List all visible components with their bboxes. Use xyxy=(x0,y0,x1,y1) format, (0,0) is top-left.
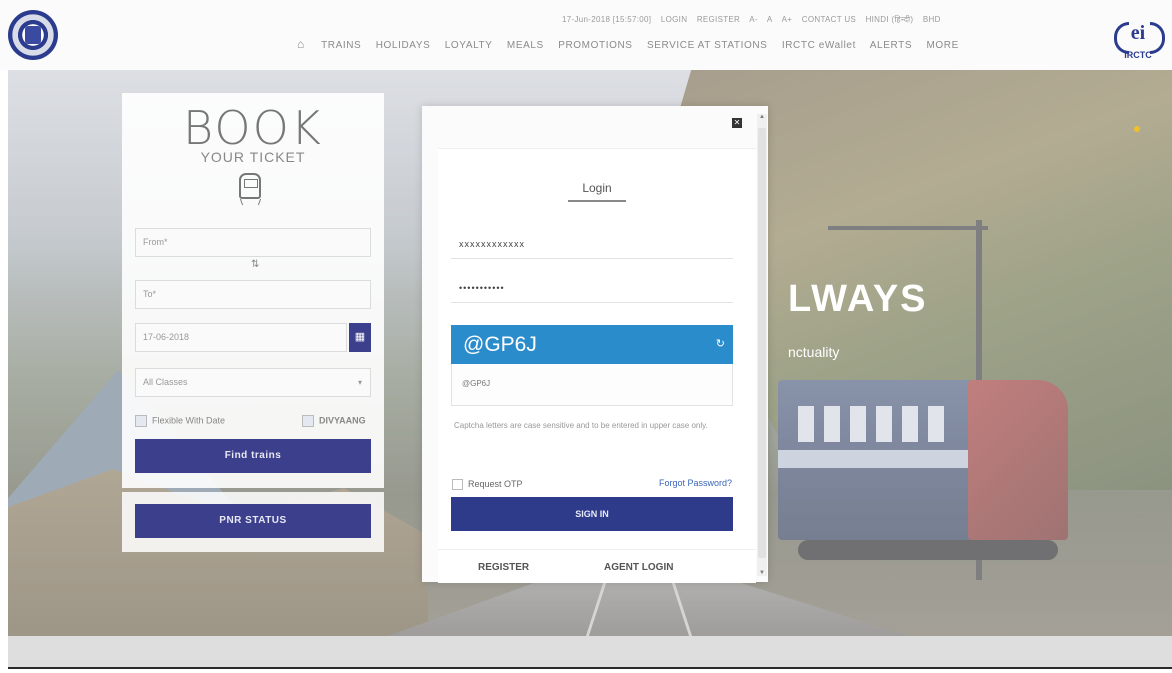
carousel-indicator[interactable] xyxy=(1134,126,1140,132)
datetime-text: 17-Jun-2018 [15:57:00] xyxy=(562,15,652,24)
pnr-status-button[interactable]: PNR STATUS xyxy=(135,504,371,538)
main-navigation: ⌂ TRAINS HOLIDAYS LOYALTY MEALS PROMOTIO… xyxy=(297,37,970,51)
class-select[interactable]: All Classes ▾ xyxy=(135,368,371,397)
modal-scrollbar[interactable]: ▲ ▼ xyxy=(757,114,767,576)
checkbox-icon xyxy=(135,415,147,427)
find-trains-button[interactable]: Find trains xyxy=(135,439,371,473)
flexible-date-label: Flexible With Date xyxy=(152,415,226,426)
nav-holidays[interactable]: HOLIDAYS xyxy=(376,40,431,51)
train-icon xyxy=(239,173,262,205)
book-ticket-panel: BOOK YOUR TICKET From* ⇅ To* 17-06-2018 … xyxy=(122,93,384,488)
nav-more[interactable]: MORE xyxy=(927,40,959,51)
close-icon[interactable]: ✕ xyxy=(732,118,742,128)
contact-us-link[interactable]: CONTACT US xyxy=(802,15,856,24)
nav-promotions[interactable]: PROMOTIONS xyxy=(558,40,632,51)
hero-subtitle: nctuality xyxy=(788,344,840,360)
login-link[interactable]: LOGIN xyxy=(661,15,687,24)
register-link[interactable]: REGISTER xyxy=(478,562,529,573)
nav-loyalty[interactable]: LOYALTY xyxy=(445,40,493,51)
checkbox-icon xyxy=(452,479,463,491)
password-input[interactable]: ••••••••••• xyxy=(451,273,733,303)
sign-in-button[interactable]: SIGN IN xyxy=(451,497,733,531)
agent-login-link[interactable]: AGENT LOGIN xyxy=(604,562,673,573)
chevron-down-icon: ▾ xyxy=(357,378,362,387)
extra-link[interactable]: BHD xyxy=(923,15,941,24)
login-footer-links: REGISTER AGENT LOGIN xyxy=(438,549,756,584)
title-underline xyxy=(568,200,626,202)
nav-irctc-ewallet[interactable]: IRCTC eWallet xyxy=(782,40,856,51)
scroll-up-icon[interactable]: ▲ xyxy=(759,114,765,120)
irctc-logo-text: IRCTC xyxy=(1124,50,1152,60)
request-otp-label: Request OTP xyxy=(468,479,523,489)
divyaang-label: DIVYAANG xyxy=(319,415,366,426)
book-subtitle: YOUR TICKET xyxy=(200,149,306,165)
flexible-date-checkbox[interactable]: Flexible With Date xyxy=(135,415,225,427)
login-title: Login xyxy=(582,181,612,195)
to-station-input[interactable]: To* xyxy=(135,280,371,309)
irctc-logo[interactable]: ei IRCTC xyxy=(1112,18,1165,64)
captcha-typed-value: @GP6J xyxy=(463,333,537,356)
nav-meals[interactable]: MEALS xyxy=(507,40,544,51)
footer-bar xyxy=(8,636,1172,669)
journey-date-input[interactable]: 17-06-2018 xyxy=(135,323,347,352)
login-modal: ✕ ▲ ▼ Login xxxxxxxxxxxx ••••••••••• @GP… xyxy=(422,106,768,583)
page: LWAYS nctuality 17-Jun-2018 [15:57:00] L… xyxy=(0,0,1172,673)
divyaang-checkbox[interactable]: DIVYAANG xyxy=(302,415,366,427)
class-select-value: All Classes xyxy=(143,377,188,387)
captcha-input[interactable]: @GP6J ↻ xyxy=(451,325,733,364)
font-decrease-link[interactable]: A- xyxy=(749,15,758,24)
calendar-icon[interactable]: ▦ xyxy=(349,323,371,352)
book-title: BOOK xyxy=(183,101,323,155)
register-top-link[interactable]: REGISTER xyxy=(697,15,740,24)
font-increase-link[interactable]: A+ xyxy=(782,15,793,24)
nav-trains[interactable]: TRAINS xyxy=(321,40,361,51)
indian-railways-logo[interactable] xyxy=(8,10,58,60)
scroll-down-icon[interactable]: ▼ xyxy=(759,570,765,576)
home-icon[interactable]: ⌂ xyxy=(297,37,305,51)
swap-stations-icon[interactable]: ⇅ xyxy=(251,259,259,270)
pnr-panel: PNR STATUS xyxy=(122,492,384,552)
checkbox-icon xyxy=(302,415,314,427)
captcha-note: Captcha letters are case sensitive and t… xyxy=(454,421,708,430)
nav-alerts[interactable]: ALERTS xyxy=(870,40,912,51)
font-normal-link[interactable]: A xyxy=(767,15,773,24)
login-form: Login xxxxxxxxxxxx ••••••••••• @GP6J ↻ @… xyxy=(438,148,756,583)
site-header: 17-Jun-2018 [15:57:00] LOGIN REGISTER A-… xyxy=(0,0,1172,70)
hero-headline: LWAYS xyxy=(788,278,928,320)
nav-service-at-stations[interactable]: SERVICE AT STATIONS xyxy=(647,40,768,51)
captcha-image: @GP6J xyxy=(451,364,733,406)
username-input[interactable]: xxxxxxxxxxxx xyxy=(451,229,733,259)
request-otp-checkbox[interactable]: Request OTP xyxy=(452,479,523,491)
top-utility-links: 17-Jun-2018 [15:57:00] LOGIN REGISTER A-… xyxy=(562,14,948,26)
from-station-input[interactable]: From* xyxy=(135,228,371,257)
language-link[interactable]: HINDI (हिन्दी) xyxy=(866,15,914,24)
forgot-password-link[interactable]: Forgot Password? xyxy=(659,478,732,488)
refresh-icon[interactable]: ↻ xyxy=(716,325,725,364)
scrollbar-thumb[interactable] xyxy=(758,128,766,558)
